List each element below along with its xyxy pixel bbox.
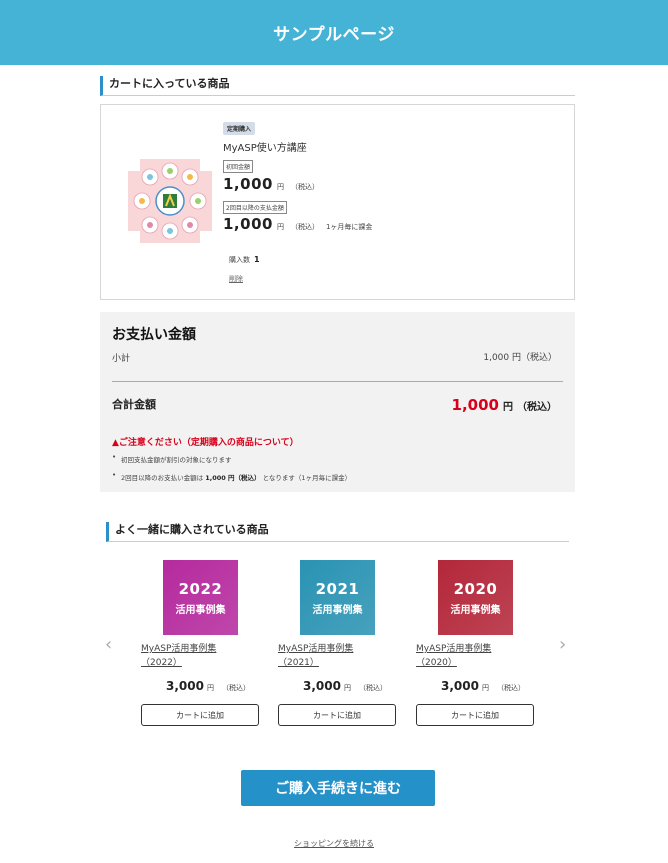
recurring-price-label: 2回目以降の支払金額: [223, 201, 287, 214]
book-year: 2021: [315, 579, 360, 598]
recommend-item-link[interactable]: MyASP活用事例集 （2022）: [141, 642, 256, 670]
book-title: 活用事例集: [450, 604, 501, 616]
quantity: 購入数 1: [229, 255, 260, 265]
continue-shopping: ショッピングを続ける: [0, 838, 668, 849]
recurring-price: 1,000 円 （税込） 1ヶ月毎に課金: [223, 215, 372, 233]
recommend-item: 2021 活用事例集 MyASP活用事例集 （2021） 3,000 円（税込） カ…: [278, 560, 398, 728]
divider: [112, 381, 563, 382]
carousel-next-arrow[interactable]: ›: [559, 634, 566, 655]
total-label: 合計金額: [112, 398, 156, 411]
first-price-label: 初回金額: [223, 160, 254, 173]
recurring-price-unit: 円: [276, 223, 284, 231]
recommend-item: 2020 活用事例集 MyASP活用事例集 （2020） 3,000 円（税込） カ…: [416, 560, 536, 728]
book-cover-2021[interactable]: 2021 活用事例集: [300, 560, 375, 635]
recommend-item-link[interactable]: MyASP活用事例集 （2021）: [278, 642, 393, 670]
page-header: サンプルページ: [0, 0, 668, 65]
delete-link[interactable]: 削除: [229, 274, 243, 284]
recommend-item: 2022 活用事例集 MyASP活用事例集 （2022） 3,000 円（税込） カ…: [141, 560, 261, 728]
first-price-tax: （税込）: [290, 183, 319, 191]
book-year: 2020: [453, 579, 498, 598]
payment-title: お支払い金額: [112, 327, 196, 343]
note-item: 2回目以降のお支払い金額は 1,000 円（税込） となります（1ヶ月毎に課金）: [112, 471, 352, 482]
cart-item-card: 定期購入 MyASP使い方講座 初回金額 1,000 円 （税込） 2回目以降の…: [100, 104, 575, 300]
book-title: 活用事例集: [312, 604, 363, 616]
cart-section-title: カートに入っている商品: [100, 76, 575, 96]
add-to-cart-button[interactable]: カートに追加: [416, 704, 534, 726]
first-price-unit: 円: [276, 183, 284, 191]
note-prefix: 2回目以降のお支払い金額は: [121, 474, 204, 482]
subscription-caution: ▲ご注意ください（定期購入の商品について）: [112, 438, 299, 448]
add-to-cart-button[interactable]: カートに追加: [141, 704, 259, 726]
subscription-badge: 定期購入: [223, 122, 256, 135]
quantity-label: 購入数: [229, 256, 250, 264]
add-to-cart-button[interactable]: カートに追加: [278, 704, 396, 726]
subtotal-value: 1,000 円（税込）: [483, 353, 557, 363]
note-item: 初回支払金額が割引の対象になります: [112, 453, 351, 464]
book-cover-2020[interactable]: 2020 活用事例集: [438, 560, 513, 635]
recommend-section-title: よく一緒に購入されている商品: [106, 522, 569, 542]
recommend-price: 3,000 円（税込）: [441, 679, 525, 693]
product-name: MyASP使い方講座: [223, 143, 307, 154]
first-price-value: 1,000: [223, 175, 273, 193]
recommend-price: 3,000 円（税込）: [166, 679, 250, 693]
recommend-price: 3,000 円（税込）: [303, 679, 387, 693]
note-suffix: となります（1ヶ月毎に課金）: [262, 474, 352, 482]
payment-summary: お支払い金額 小計 1,000 円（税込） 合計金額 1,000 円 （税込） …: [100, 312, 575, 492]
recurring-price-value: 1,000: [223, 215, 273, 233]
total-unit: 円: [503, 402, 513, 413]
quantity-value: 1: [254, 255, 260, 264]
subtotal-label: 小計: [112, 354, 131, 364]
product-thumbnail: [128, 159, 212, 243]
book-cover-2022[interactable]: 2022 活用事例集: [163, 560, 238, 635]
total-amount: 1,000: [451, 396, 499, 414]
page-title: サンプルページ: [273, 25, 395, 45]
total-value: 1,000 円 （税込）: [452, 396, 557, 414]
caution-notes: 初回支払金額が割引の対象になります 2回目以降のお支払い金額は 1,000 円（…: [112, 453, 352, 490]
carousel-prev-arrow[interactable]: ‹: [105, 634, 112, 655]
continue-shopping-link[interactable]: ショッピングを続ける: [294, 839, 374, 848]
recommend-item-link[interactable]: MyASP活用事例集 （2020）: [416, 642, 531, 670]
note-bold: 1,000 円（税込）: [205, 474, 261, 482]
checkout-button[interactable]: ご購入手続きに進む: [241, 770, 435, 806]
recurring-price-tax: （税込）: [290, 223, 319, 231]
book-year: 2022: [178, 579, 223, 598]
book-title: 活用事例集: [175, 604, 226, 616]
first-price: 1,000 円 （税込）: [223, 175, 319, 193]
total-tax: （税込）: [517, 402, 557, 413]
recurring-note: 1ヶ月毎に課金: [325, 223, 373, 231]
